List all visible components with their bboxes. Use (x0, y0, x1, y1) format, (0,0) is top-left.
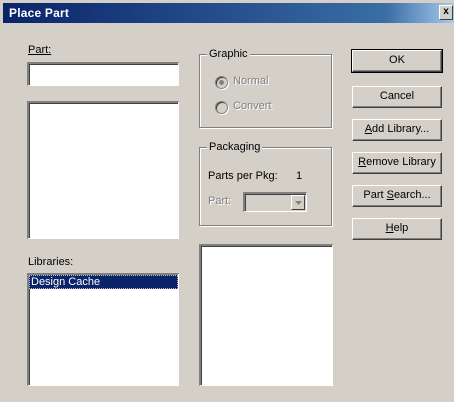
libraries-list[interactable]: Design Cache (27, 273, 179, 386)
help-button[interactable]: Help (352, 218, 442, 240)
radio-selected-dot (219, 80, 224, 85)
part-list[interactable] (27, 101, 179, 239)
window-title: Place Part (9, 6, 70, 20)
title-bar[interactable]: Place Part x (3, 3, 454, 23)
normal-radio-label: Normal (233, 75, 269, 87)
part-input[interactable] (27, 62, 179, 86)
libraries-label: Libraries: (28, 256, 74, 268)
graphic-group-label: Graphic (207, 48, 250, 60)
chevron-down-icon (295, 201, 302, 205)
library-item-design-cache[interactable]: Design Cache (29, 275, 178, 289)
cancel-button-label: Cancel (379, 90, 415, 102)
packaging-part-select[interactable] (243, 192, 307, 212)
ok-button-label: OK (389, 54, 405, 66)
help-button-label: Help (385, 222, 409, 234)
part-preview-pane (199, 244, 333, 386)
part-search-button[interactable]: Part Search... (352, 185, 442, 207)
part-search-button-label: Part Search... (363, 189, 431, 201)
graphic-group (199, 54, 332, 128)
ok-button[interactable]: OK (351, 49, 443, 73)
normal-radio[interactable] (215, 76, 228, 89)
cancel-button[interactable]: Cancel (352, 86, 442, 108)
convert-radio[interactable] (215, 101, 228, 114)
close-button[interactable]: x (439, 5, 453, 20)
remove-library-button[interactable]: Remove Library (352, 152, 442, 174)
place-part-dialog: Place Part x Part: Libraries: Design Cac… (0, 0, 454, 402)
packaging-group-label: Packaging (207, 141, 263, 153)
packaging-group (199, 147, 332, 226)
dropdown-arrow-button[interactable] (291, 195, 305, 210)
add-library-button-label: Add Library... (364, 123, 430, 135)
parts-per-pkg-value: 1 (296, 170, 303, 182)
parts-per-pkg-label: Parts per Pkg: (208, 170, 278, 182)
add-library-button[interactable]: Add Library... (352, 119, 442, 141)
close-icon: x (443, 6, 449, 17)
part-label: Part: (28, 44, 52, 56)
remove-library-button-label: Remove Library (358, 156, 436, 168)
convert-radio-label: Convert (233, 100, 272, 112)
packaging-part-label: Part: (208, 195, 232, 207)
